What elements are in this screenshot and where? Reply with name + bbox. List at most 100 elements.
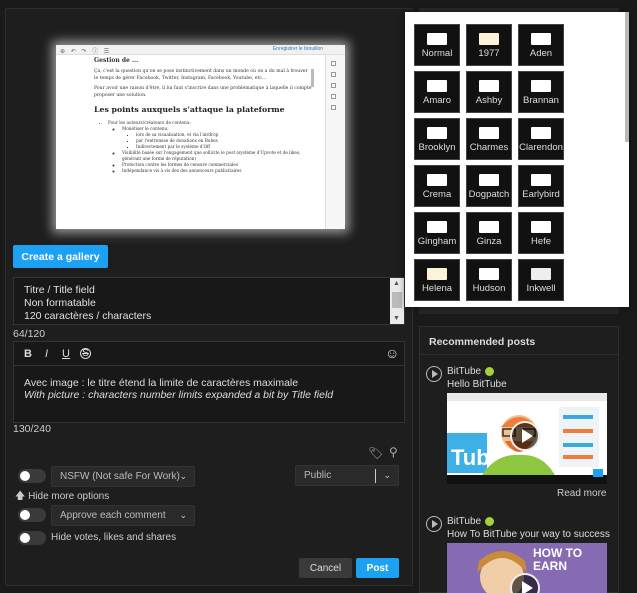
post-title[interactable]: Hello BitTube <box>447 379 507 390</box>
filter-swatch <box>427 127 447 139</box>
select-divider <box>375 469 376 483</box>
recommended-header: Recommended posts <box>420 327 618 355</box>
body-char-count: 130/240 <box>13 423 51 435</box>
scroll-up-icon[interactable]: ▲ <box>393 280 400 287</box>
post-channel[interactable]: BitTube <box>447 516 481 527</box>
hide-votes-label: Hide votes, likes and shares <box>51 532 177 543</box>
post-channel[interactable]: BitTube <box>447 366 481 377</box>
scroll-down-icon[interactable]: ▼ <box>393 315 400 322</box>
strikethrough-button[interactable]: S <box>80 348 91 359</box>
hide-votes-toggle[interactable] <box>18 531 46 545</box>
hide-options-link[interactable]: 🡅 Hide more options <box>15 489 109 506</box>
filter-option-clarendon[interactable]: Clarendon <box>518 118 564 160</box>
post-button[interactable]: Post <box>356 558 399 578</box>
image-preview[interactable]: ⊕ ↶ ↷ ⓘ ☰ Enregistrer le brouillon Gesti… <box>56 45 345 229</box>
filter-picker: Normal 1977 Aden Amaro Ashby Brannan Brooklyn C… <box>405 12 629 307</box>
filter-name: Clarendon <box>519 142 563 153</box>
editor-text-fr: Avec image : le titre étend la limite de… <box>24 377 299 389</box>
cancel-button[interactable]: Cancel <box>299 558 352 578</box>
preview-doc-top: Gestion de ... <box>94 57 139 64</box>
filter-name: Earlybird <box>522 189 560 200</box>
verified-icon <box>485 367 494 376</box>
body-editor[interactable]: B I U S ☺ Avec image : le titre étend la… <box>13 341 405 423</box>
nsfw-select[interactable]: NSFW (Not safe For Work) ⌄ <box>51 466 195 487</box>
video-play-icon <box>426 366 442 382</box>
filter-name: Helena <box>421 283 453 294</box>
preview-paragraph-2: Pour avoir une raison d'être, il lui fau… <box>94 86 312 98</box>
location-pin-icon[interactable]: ⚲ <box>389 445 398 459</box>
filter-swatch <box>531 33 551 45</box>
filter-option-hefe[interactable]: Hefe <box>518 212 564 254</box>
title-scrollbar[interactable]: ▲ ▼ <box>390 278 404 324</box>
editor-content[interactable]: Avec image : le titre étend la limite de… <box>24 377 333 401</box>
filter-option-helena[interactable]: Helena <box>414 259 460 301</box>
filter-swatch <box>531 174 551 186</box>
post-thumbnail[interactable]: HOW TO EARN <box>447 543 607 593</box>
filter-option-charmes[interactable]: Charmes <box>466 118 512 160</box>
scroll-thumb[interactable] <box>392 292 402 308</box>
post-title[interactable]: How To BitTube your way to success <box>447 529 610 540</box>
video-play-icon[interactable] <box>510 421 540 451</box>
filter-option-brannan[interactable]: Brannan <box>518 71 564 113</box>
filter-option-crema[interactable]: Crema <box>414 165 460 207</box>
filter-option-aden[interactable]: Aden <box>518 24 564 66</box>
filter-option-inkwell[interactable]: Inkwell <box>518 259 564 301</box>
filter-name: Brooklyn <box>418 142 456 153</box>
filter-swatch <box>427 174 447 186</box>
visibility-select[interactable]: Public ⌄ <box>295 465 399 486</box>
filter-option-earlybird[interactable]: Earlybird <box>518 165 564 207</box>
preview-document: Gestion de ... Ça, c'est la question qu'… <box>94 57 312 174</box>
chevron-down-icon: ⌄ <box>179 510 187 520</box>
underline-button[interactable]: U <box>62 348 70 360</box>
arrow-up-icon: 🡅 <box>15 491 26 502</box>
chevron-down-icon: ⌄ <box>383 470 391 480</box>
chevron-down-icon: ⌄ <box>179 471 187 481</box>
read-more-link[interactable]: Read more <box>557 488 606 499</box>
tag-icon[interactable]: 🏷 <box>368 446 383 460</box>
editor-toolbar: B I U S ☺ <box>14 342 404 366</box>
preview-sublist: Monétiser le contenu, lors de sa visuali… <box>108 126 312 174</box>
filter-option-ashby[interactable]: Ashby <box>466 71 512 113</box>
filter-option-brooklyn[interactable]: Brooklyn <box>414 118 460 160</box>
filter-name: 1977 <box>478 48 500 59</box>
filter-name: Inkwell <box>526 283 556 294</box>
filter-name: Aden <box>529 48 553 59</box>
filter-swatch <box>531 127 551 139</box>
preview-save-draft-link: Enregistrer le brouillon <box>272 46 323 52</box>
filter-option-amaro[interactable]: Amaro <box>414 71 460 113</box>
title-char-count: 64/120 <box>13 328 46 340</box>
title-field[interactable]: Titre / Title field Non formatable 120 c… <box>13 277 405 325</box>
preview-scrollbar <box>311 69 314 87</box>
filter-swatch <box>531 80 551 92</box>
filter-option-normal[interactable]: Normal <box>414 24 460 66</box>
preview-list-item: Visibilité basée sur l'engagement que so… <box>122 150 312 162</box>
filter-swatch <box>479 127 499 139</box>
filter-name: Hefe <box>530 236 552 247</box>
filter-swatch <box>531 268 551 280</box>
filter-name: Ginza <box>476 236 502 247</box>
filter-name: Crema <box>422 189 452 200</box>
filter-option-dogpatch[interactable]: Dogpatch <box>466 165 512 207</box>
create-gallery-button[interactable]: Create a gallery <box>13 245 108 268</box>
bold-button[interactable]: B <box>24 348 32 360</box>
filter-option-hudson[interactable]: Hudson <box>466 259 512 301</box>
preview-sublist: lors de sa visualisation, et via l'airdr… <box>122 132 312 150</box>
nsfw-toggle[interactable] <box>18 469 46 483</box>
filter-scrollbar[interactable] <box>625 12 629 142</box>
recommended-posts: Recommended posts BitTube Hello BitTube … <box>419 326 619 593</box>
filter-option-1977[interactable]: 1977 <box>466 24 512 66</box>
filter-option-gingham[interactable]: Gingham <box>414 212 460 254</box>
title-placeholder: Titre / Title field Non formatable 120 c… <box>24 284 152 322</box>
filter-name: Hudson <box>472 283 506 294</box>
filter-swatch <box>479 268 499 280</box>
filter-option-ginza[interactable]: Ginza <box>466 212 512 254</box>
filter-swatch <box>479 80 499 92</box>
approve-comments-select[interactable]: Approve each comment ⌄ <box>51 505 195 526</box>
approve-comments-toggle[interactable] <box>18 508 46 522</box>
emoji-icon[interactable]: ☺ <box>385 345 399 361</box>
nsfw-select-label: NSFW (Not safe For Work) <box>60 471 180 482</box>
preview-heading: Les points auxquels s'attaque la platefo… <box>94 105 285 114</box>
italic-button[interactable]: I <box>45 348 48 360</box>
post-thumbnail[interactable]: Tube <box>447 393 607 484</box>
filter-swatch <box>479 33 499 45</box>
